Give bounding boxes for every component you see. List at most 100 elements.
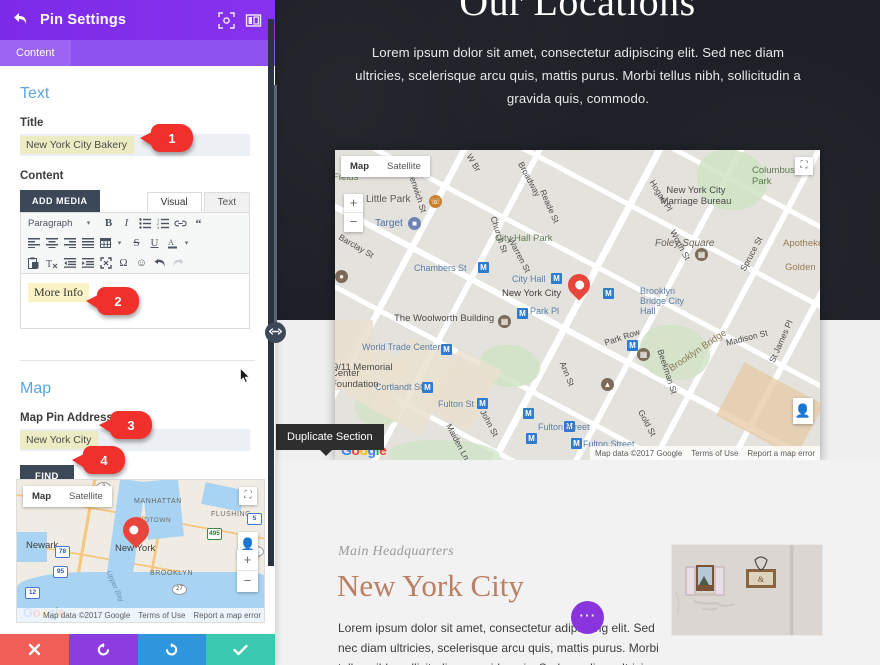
map-preview-pin[interactable] (117, 511, 155, 551)
bold-icon[interactable]: B (100, 215, 117, 232)
place-label: New York City Marriage Bureau (660, 185, 732, 207)
resize-arrows-icon (268, 328, 283, 335)
terms-of-use-link[interactable]: Terms of Use (691, 449, 738, 458)
save-button[interactable] (206, 634, 275, 665)
chevron-down-icon[interactable]: ▾ (84, 215, 93, 232)
callout-1: 1 (140, 124, 193, 152)
zoom-in-button[interactable]: + (237, 550, 258, 571)
italic-icon[interactable]: I (118, 215, 135, 232)
report-map-error-link[interactable]: Report a map error (747, 449, 815, 458)
map-preview[interactable]: Newark MANHATTAN FLUSHING MIDTOWN New Yo… (16, 479, 265, 623)
expand-icon[interactable]: ⛶ (795, 157, 813, 175)
tab-content[interactable]: Content (0, 40, 71, 66)
store-poi-icon[interactable]: ■ (408, 217, 421, 230)
indent-icon[interactable] (79, 255, 96, 272)
subway-station-icon[interactable]: M (627, 340, 638, 351)
terms-of-use-link[interactable]: Terms of Use (138, 611, 185, 620)
map-pin-marker[interactable] (563, 269, 595, 304)
map-type-control[interactable]: Map Satellite (341, 156, 430, 177)
emoji-icon[interactable]: ☺ (133, 255, 150, 272)
add-media-button[interactable]: ADD MEDIA (20, 190, 100, 212)
place-label: Golden (785, 262, 816, 273)
redo-button[interactable] (137, 634, 207, 665)
subway-station-icon[interactable]: M (523, 408, 534, 419)
chevron-down-icon[interactable]: ▾ (115, 235, 124, 252)
redo-icon[interactable] (169, 255, 186, 272)
fullscreen-icon[interactable] (97, 255, 114, 272)
underline-icon[interactable]: U (146, 235, 163, 252)
map-preview-zoom-control[interactable]: + − (237, 550, 258, 592)
align-right-icon[interactable] (61, 235, 78, 252)
format-select[interactable]: Paragraph (25, 218, 83, 229)
restaurant-poi-icon[interactable]: ☏ (429, 195, 442, 208)
align-justify-icon[interactable] (79, 235, 96, 252)
map-zoom-control[interactable]: + − (344, 194, 363, 232)
close-button[interactable] (0, 634, 69, 665)
subway-station-icon[interactable]: M (441, 344, 452, 355)
ellipsis-icon[interactable]: ⋯ (571, 601, 604, 634)
table-icon[interactable] (97, 235, 114, 252)
map-type-satellite[interactable]: Satellite (378, 156, 430, 177)
map-preview-type-map[interactable]: Map (23, 486, 60, 507)
map-preview-type-control[interactable]: Map Satellite (23, 486, 112, 507)
subway-station-icon[interactable]: M (571, 438, 582, 449)
panel-action-bar[interactable] (0, 634, 275, 665)
poi-icon[interactable]: ● (335, 270, 348, 283)
outdent-icon[interactable] (61, 255, 78, 272)
panel-tabs[interactable]: Content (0, 40, 275, 66)
zoom-in-button[interactable]: + (344, 194, 363, 213)
blockquote-icon[interactable]: “ (190, 215, 207, 232)
paste-as-text-icon[interactable] (25, 255, 42, 272)
strikethrough-icon[interactable]: S (128, 235, 145, 252)
clear-formatting-icon[interactable]: T (43, 255, 60, 272)
undo-icon[interactable] (151, 255, 168, 272)
map-preview-type-satellite[interactable]: Satellite (60, 486, 112, 507)
pin-settings-panel[interactable]: Pin Settings Content Text Title New York… (0, 0, 275, 665)
fullscreen-svg (99, 257, 112, 269)
subway-station-icon[interactable]: M (551, 273, 562, 284)
location-map[interactable]: ☏ ■ ▦ ▦ ▦ ▲ ● M M M M M M M M M M M M Gr… (335, 150, 820, 460)
highway-shield: 78 (55, 546, 70, 558)
wall-photo-image: & (672, 545, 822, 635)
content-field-label: Content (20, 170, 64, 182)
svg-text:A: A (168, 238, 174, 247)
museum-poi-icon[interactable]: ▦ (498, 315, 511, 328)
zoom-out-button[interactable]: − (237, 571, 258, 592)
align-center-icon[interactable] (43, 235, 60, 252)
subway-station-icon[interactable]: M (422, 382, 433, 393)
subway-station-icon[interactable]: M (526, 433, 537, 444)
align-left-icon[interactable] (25, 235, 42, 252)
link-icon[interactable] (172, 215, 189, 232)
subway-station-icon[interactable]: M (603, 288, 614, 299)
target-expand-icon[interactable] (218, 11, 235, 29)
place-label: Apotheke (783, 238, 820, 249)
panel-resize-handle[interactable] (265, 322, 286, 343)
paste-as-text-svg (28, 257, 39, 269)
editor-mode-tabs[interactable]: Visual Text (146, 192, 250, 212)
numbered-list-icon[interactable]: 1 2 3 (154, 215, 171, 232)
section-heading-map: Map (20, 380, 52, 397)
place-label: World Trade Center (362, 342, 441, 352)
bulleted-list-icon[interactable] (136, 215, 153, 232)
subway-station-icon[interactable]: M (478, 262, 489, 273)
tab-text[interactable]: Text (203, 192, 250, 212)
text-color-icon[interactable]: A (164, 235, 181, 252)
editor-toolbar-row-2: ▾ S U A ▾ (21, 233, 249, 253)
museum-poi-icon[interactable]: ▦ (637, 348, 650, 361)
undo-button[interactable] (68, 634, 138, 665)
layout-columns-icon[interactable] (245, 12, 262, 29)
map-type-map[interactable]: Map (341, 156, 378, 177)
expand-icon[interactable]: ⛶ (239, 487, 257, 505)
report-map-error-link[interactable]: Report a map error (193, 611, 261, 620)
museum-poi-icon[interactable]: ▦ (695, 248, 708, 261)
editor-toolbar[interactable]: Paragraph ▾ B I 1 2 3 “ ▾ S U A ▾ T Ω ☺ (20, 212, 250, 274)
zoom-out-button[interactable]: − (344, 213, 363, 232)
title-input[interactable]: New York City Bakery (20, 134, 250, 156)
special-character-icon[interactable]: Ω (115, 255, 132, 272)
street-view-icon[interactable]: 👤 (793, 398, 813, 424)
chevron-down-icon[interactable]: ▾ (182, 235, 191, 252)
subway-station-icon[interactable]: M (517, 308, 528, 319)
tab-visual[interactable]: Visual (146, 192, 202, 212)
back-arrow-icon[interactable] (0, 12, 40, 29)
monument-poi-icon[interactable]: ▲ (601, 378, 614, 391)
